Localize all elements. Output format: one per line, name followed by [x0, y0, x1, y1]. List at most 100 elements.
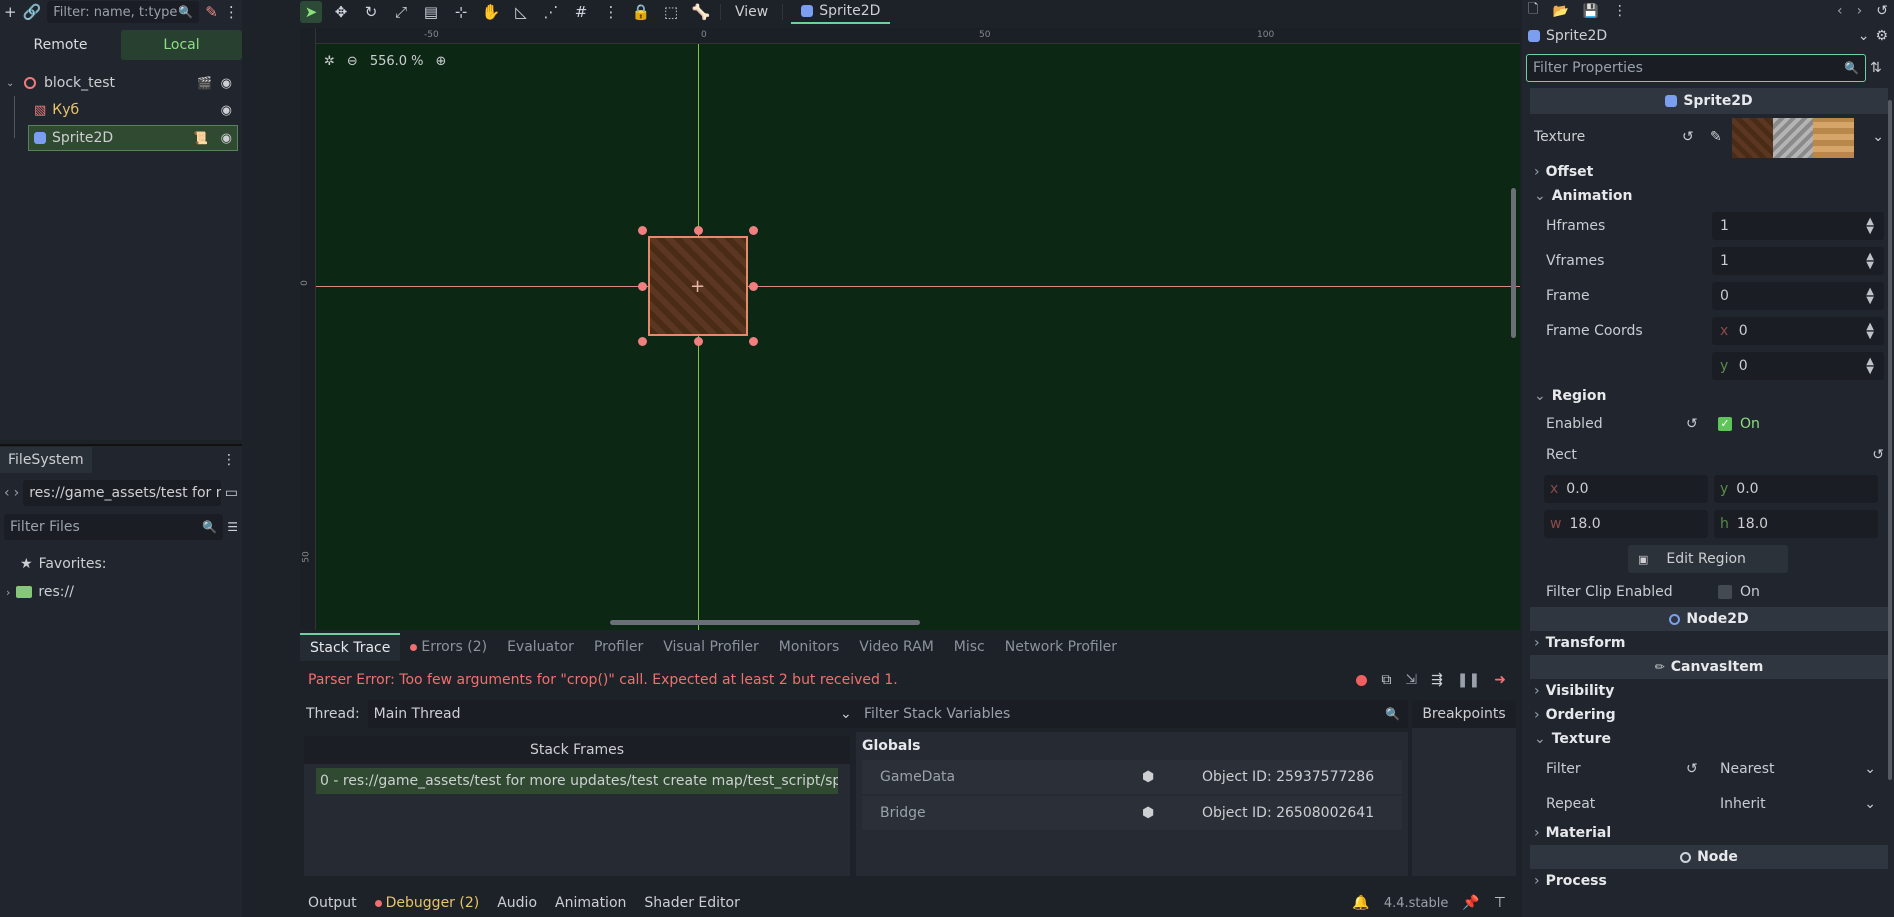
chevron-down-icon[interactable]: ⌄ — [1872, 129, 1884, 145]
spin-arrows-icon[interactable]: ▲ ▼ — [1866, 321, 1874, 340]
history-icon[interactable]: ↺ — [1876, 3, 1888, 19]
more-icon[interactable]: ⋮ — [222, 452, 236, 468]
more-icon[interactable]: ⋮ — [600, 1, 622, 23]
tab-local[interactable]: Local — [121, 30, 242, 60]
more-icon[interactable]: ⋮ — [224, 1, 239, 23]
tab-remote[interactable]: Remote — [0, 30, 121, 60]
more-icon[interactable]: ⋮ — [1613, 3, 1627, 19]
grid-snap-icon[interactable]: # — [570, 1, 592, 23]
repeat-select[interactable]: Inherit ⌄ — [1712, 790, 1884, 818]
tab-output[interactable]: Output — [308, 895, 357, 911]
script-icon[interactable]: 📜 — [193, 131, 208, 145]
split-view-icon[interactable]: ▭ — [225, 485, 238, 501]
rect-y-input[interactable]: y 0.0 — [1714, 474, 1878, 503]
visibility-eye-icon[interactable]: ◉ — [221, 103, 232, 118]
collapse-arrow-icon[interactable]: ⌄ — [6, 78, 20, 89]
filter-vars-input[interactable]: Filter Stack Variables 🔍 — [856, 700, 1408, 728]
tab-misc[interactable]: Misc — [944, 633, 995, 661]
enabled-checkbox[interactable]: ✓ On — [1718, 416, 1760, 432]
thread-select[interactable]: Main Thread ⌄ — [367, 700, 858, 728]
horizontal-scrollbar[interactable] — [610, 620, 920, 625]
tab-errors[interactable]: Errors (2) — [400, 633, 497, 661]
pin-icon[interactable]: 📌 — [1462, 895, 1479, 911]
clapper-icon[interactable]: 🎬 — [197, 76, 212, 90]
frame-coords-x-input[interactable]: x 0 ▲ ▼ — [1712, 316, 1884, 345]
forward-icon[interactable]: › — [14, 485, 20, 501]
spin-arrows-icon[interactable]: ▲ ▼ — [1866, 286, 1874, 305]
fs-item-favorites[interactable]: ★ Favorites: — [0, 550, 242, 578]
zoom-level[interactable]: 556.0 % — [370, 54, 424, 69]
edit-texture-icon[interactable]: ✎ — [1710, 129, 1722, 145]
breakpoints-header[interactable]: Breakpoints — [1412, 700, 1516, 728]
handle[interactable] — [638, 226, 647, 235]
tree-item-sprite2d[interactable]: Sprite2D 📜 ◉ — [0, 124, 242, 152]
sort-icon[interactable]: ☰ — [227, 520, 238, 534]
rotate-tool-icon[interactable]: ↻ — [360, 1, 382, 23]
stack-frame-row[interactable]: 0 - res://game_assets/test for more upda… — [316, 768, 838, 794]
section-transform[interactable]: › Transform — [1522, 631, 1894, 655]
tab-network-profiler[interactable]: Network Profiler — [995, 633, 1127, 661]
spin-arrows-icon[interactable]: ▲ ▼ — [1866, 251, 1874, 270]
new-resource-icon[interactable]: 🗋 — [1528, 0, 1538, 22]
bone-icon[interactable]: 🦴 — [690, 1, 712, 23]
filter-files-input[interactable]: Filter Files 🔍 — [4, 514, 224, 540]
group-icon[interactable]: ⬚ — [660, 1, 682, 23]
save-icon[interactable]: 💾 — [1583, 4, 1599, 19]
sort-icon[interactable]: ⇅ — [1870, 60, 1882, 76]
canvas-viewport[interactable]: -50 0 50 100 0 50 ✲ ⊖ 556.0 % ⊕ + — [300, 28, 1520, 630]
step-over-icon[interactable]: ⇶ — [1431, 672, 1443, 688]
inspector-node-name[interactable]: Sprite2D — [1546, 28, 1607, 44]
path-input[interactable]: res://game_assets/test for mo — [23, 480, 221, 506]
tab-evaluator[interactable]: Evaluator — [497, 633, 584, 661]
tab-monitors[interactable]: Monitors — [769, 633, 850, 661]
section-animation[interactable]: ⌄ Animation — [1522, 184, 1894, 208]
filter-clip-checkbox[interactable]: On — [1718, 584, 1760, 600]
list-select-icon[interactable]: ▤ — [420, 1, 442, 23]
scale-tool-icon[interactable]: ⤢ — [390, 1, 412, 23]
tab-animation[interactable]: Animation — [555, 895, 626, 911]
zoom-out-icon[interactable]: ⊖ — [347, 54, 358, 69]
frame-input[interactable]: 0 ▲ ▼ — [1712, 281, 1884, 310]
section-offset[interactable]: › Offset — [1522, 160, 1894, 184]
sprite-preview[interactable]: + — [648, 236, 748, 336]
tab-shader-editor[interactable]: Shader Editor — [644, 895, 739, 911]
tab-stack-trace[interactable]: Stack Trace — [300, 633, 401, 661]
filter-properties-input[interactable]: Filter Properties 🔍 — [1526, 54, 1866, 82]
smart-snap-icon[interactable]: ⋰ — [540, 1, 562, 23]
add-node-icon[interactable]: + — [4, 1, 17, 23]
revert-icon[interactable]: ↺ — [1686, 761, 1698, 777]
filesystem-title[interactable]: FileSystem — [0, 447, 92, 473]
handle[interactable] — [749, 337, 758, 346]
rect-h-input[interactable]: h 18.0 — [1714, 509, 1878, 538]
handle[interactable] — [694, 337, 703, 346]
global-var-row[interactable]: Bridge ⬢ Object ID: 26508002641 — [862, 796, 1402, 830]
tools-icon[interactable]: ⚙ — [1875, 28, 1888, 44]
scene-tab-sprite2d[interactable]: Sprite2D — [791, 0, 891, 24]
zoom-in-icon[interactable]: ⊕ — [436, 54, 447, 69]
ruler-tool-icon[interactable]: ◺ — [510, 1, 532, 23]
revert-icon[interactable]: ↺ — [1682, 129, 1694, 145]
expand-arrow-icon[interactable]: › — [6, 586, 10, 599]
edit-region-button[interactable]: ▣ Edit Region — [1628, 545, 1788, 573]
visibility-eye-icon[interactable]: ◉ — [221, 76, 232, 91]
move-tool-icon[interactable]: ✥ — [330, 1, 352, 23]
hframes-input[interactable]: 1 ▲ ▼ — [1712, 211, 1884, 240]
revert-icon[interactable]: ↺ — [1686, 416, 1698, 432]
revert-icon[interactable]: ↺ — [1872, 447, 1884, 463]
chevron-down-icon[interactable]: ⌄ — [1858, 28, 1870, 44]
tab-debugger[interactable]: Debugger (2) — [374, 895, 479, 911]
expand-panel-icon[interactable]: ⊤ — [1494, 895, 1506, 911]
tree-item-kub[interactable]: ▧ Куб ◉ — [0, 96, 242, 124]
back-icon[interactable]: ‹ — [4, 485, 10, 501]
section-region[interactable]: ⌄ Region — [1522, 383, 1894, 409]
tab-profiler[interactable]: Profiler — [584, 633, 653, 661]
section-texture[interactable]: ⌄ Texture — [1522, 727, 1894, 751]
record-icon[interactable] — [1356, 674, 1368, 686]
section-process[interactable]: › Process — [1522, 869, 1894, 893]
section-visibility[interactable]: › Visibility — [1522, 679, 1894, 703]
tab-video-ram[interactable]: Video RAM — [849, 633, 944, 661]
handle[interactable] — [749, 226, 758, 235]
frame-coords-y-input[interactable]: y 0 ▲ ▼ — [1712, 351, 1884, 380]
open-icon[interactable]: 📂 — [1552, 4, 1568, 19]
pivot-tool-icon[interactable]: ⊹ — [450, 1, 472, 23]
